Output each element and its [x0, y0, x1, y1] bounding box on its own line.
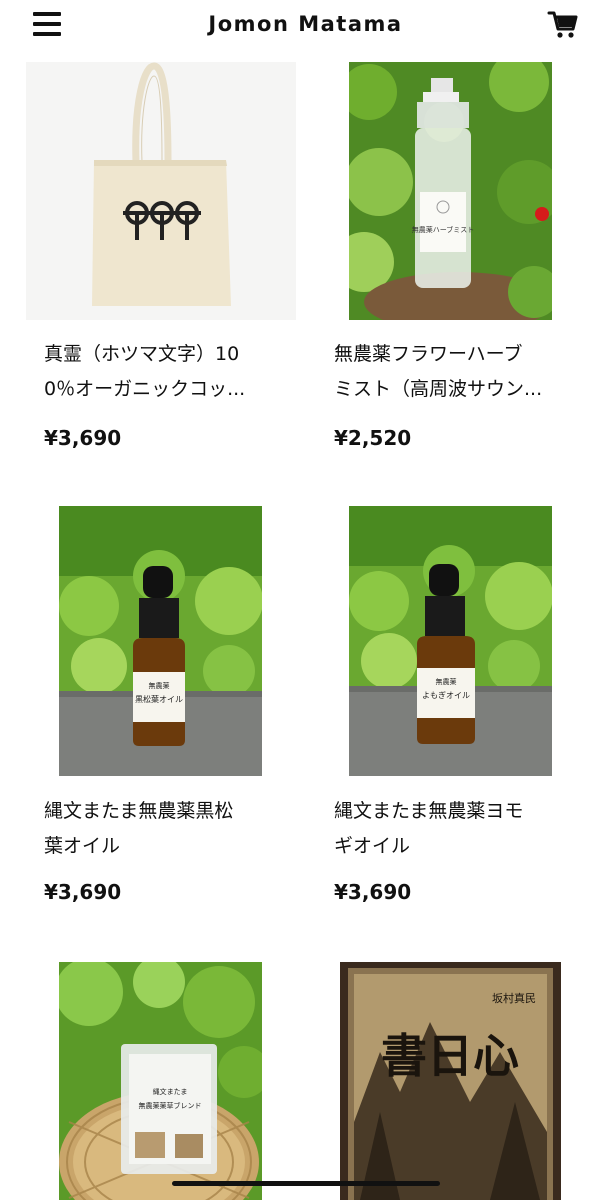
product-card-herb-mist[interactable]: 無農薬ハーブミスト 無農薬フラワーハーブ ミスト（高周波サウン... ¥2,52… — [334, 62, 604, 462]
product-name[interactable]: 無農薬フラワーハーブ ミスト（高周波サウン... — [334, 337, 574, 407]
product-card-tote-bag[interactable]: 真霊（ホツマ文字）10 0％オーガニックコッ... ¥3,690 — [26, 62, 314, 462]
bottle-label-line: 無農薬 — [436, 677, 457, 686]
product-image-herbal-tea[interactable]: 縄文またま 無農薬薬草ブレンド — [59, 962, 262, 1200]
product-card-black-pine-oil[interactable]: 無農薬 黒松葉オイル 縄文またま無農薬黒松 葉オイル ¥3,690 — [44, 506, 314, 906]
shopping-cart-icon[interactable] — [547, 8, 579, 40]
product-name[interactable]: 縄文またま無農薬黒松 葉オイル — [44, 794, 284, 864]
book-cover-author: 坂村真民 — [492, 991, 536, 1005]
product-price: ¥3,690 — [334, 880, 412, 904]
bottle-label-line: よもぎオイル — [422, 690, 470, 700]
product-card-yomogi-oil[interactable]: 無農薬 よもぎオイル 縄文またま無農薬ヨモ ギオイル ¥3,690 — [334, 506, 604, 906]
product-name-line: ギオイル — [334, 835, 411, 857]
bottle-label-line: 黒松葉オイル — [135, 694, 183, 704]
package-label-line: 無農薬薬草ブレンド — [139, 1101, 202, 1110]
product-name-line: ミスト（高周波サウン... — [334, 378, 543, 400]
product-image-black-pine-oil[interactable]: 無農薬 黒松葉オイル — [59, 506, 262, 776]
product-card-book[interactable]: 書日心 坂村真民 — [334, 962, 604, 1200]
product-price: ¥3,690 — [44, 880, 122, 904]
product-name-line: 無農薬フラワーハーブ — [334, 343, 523, 365]
site-title[interactable]: Jomon Matama — [0, 12, 611, 36]
product-image-yomogi-oil[interactable]: 無農薬 よもぎオイル — [349, 506, 552, 776]
product-image-book[interactable]: 書日心 坂村真民 — [340, 962, 561, 1200]
product-price: ¥2,520 — [334, 426, 412, 450]
package-label-line: 縄文またま — [153, 1087, 188, 1096]
bottle-label: 無農薬ハーブミスト — [412, 225, 475, 234]
product-name-line: 縄文またま無農薬黒松 — [44, 800, 234, 822]
product-image-herb-mist[interactable]: 無農薬ハーブミスト — [349, 62, 552, 320]
home-indicator[interactable] — [172, 1181, 440, 1186]
book-cover-title: 書日心 — [381, 1029, 519, 1083]
product-name-line: 縄文またま無農薬ヨモ — [334, 800, 524, 822]
app-header: Jomon Matama — [0, 0, 611, 50]
product-name-line: 葉オイル — [44, 835, 121, 857]
product-price: ¥3,690 — [44, 426, 122, 450]
product-name-line: 0％オーガニックコッ... — [44, 378, 246, 400]
product-name-line: 真霊（ホツマ文字）10 — [44, 343, 240, 365]
bottle-label-line: 無農薬 — [149, 681, 170, 690]
product-name[interactable]: 縄文またま無農薬ヨモ ギオイル — [334, 794, 574, 864]
product-name[interactable]: 真霊（ホツマ文字）10 0％オーガニックコッ... — [44, 337, 284, 407]
product-card-herbal-tea[interactable]: 縄文またま 無農薬薬草ブレンド — [44, 962, 314, 1200]
product-image-tote-bag[interactable] — [26, 62, 296, 320]
